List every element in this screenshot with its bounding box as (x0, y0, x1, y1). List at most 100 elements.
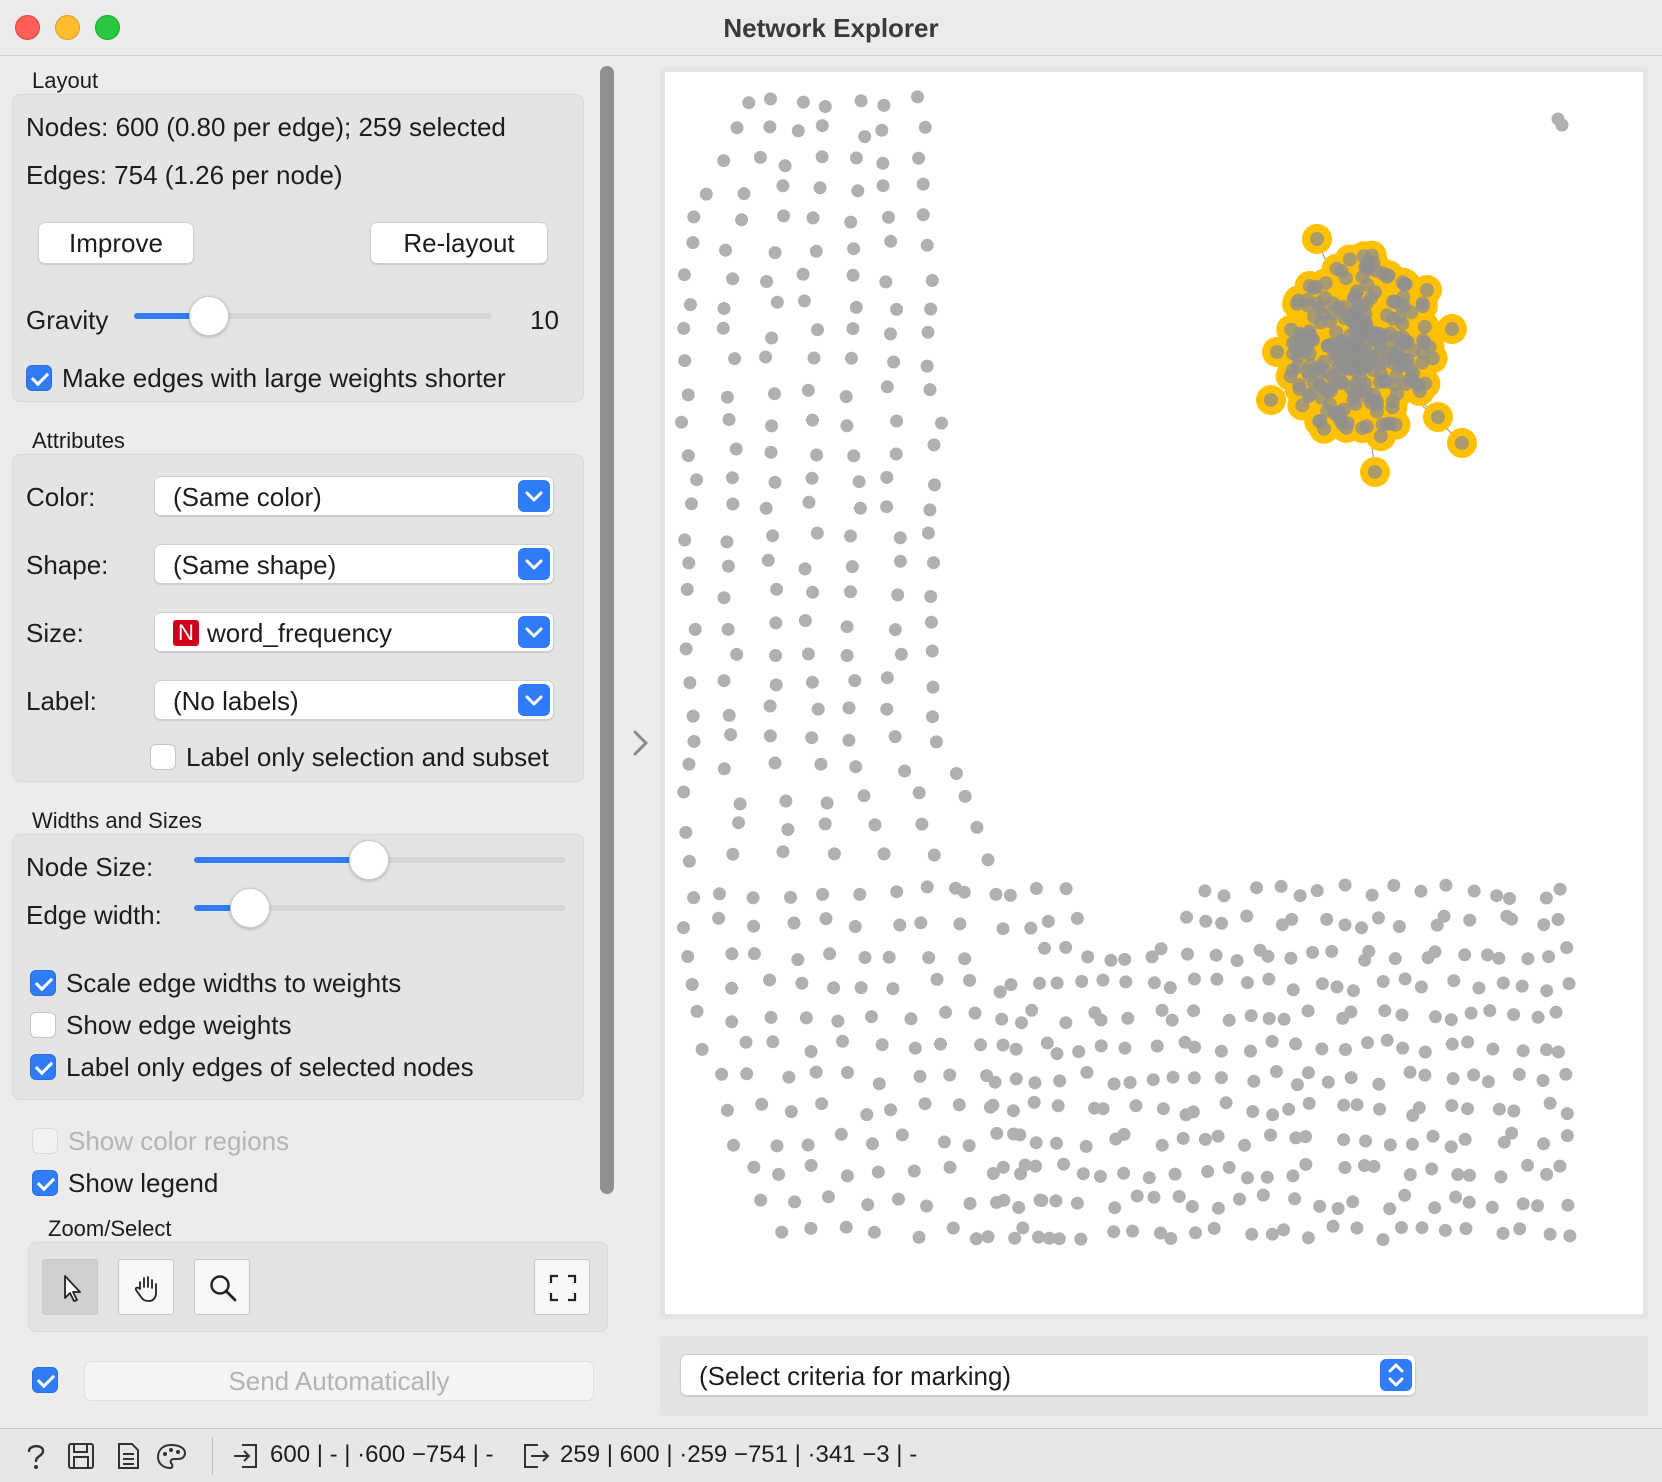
graph-node (681, 388, 695, 402)
label-only-edges-checkbox[interactable] (30, 1054, 56, 1080)
gravity-slider-knob[interactable] (189, 296, 230, 336)
graph-node (853, 887, 867, 901)
graph-node (770, 582, 784, 596)
graph-node (840, 419, 854, 433)
graph-node (1485, 1200, 1499, 1214)
graph-node (997, 1193, 1011, 1207)
graph-node (1180, 910, 1193, 924)
left-panel-scrollbar[interactable] (600, 66, 614, 1194)
graph-node (798, 562, 812, 576)
selected-node (1300, 292, 1315, 307)
graph-node (854, 981, 868, 995)
size-combo[interactable]: Nword_frequency (154, 612, 554, 652)
edge-width-slider-knob[interactable] (229, 888, 270, 928)
graph-node (884, 327, 897, 341)
selected-node (1346, 393, 1361, 408)
marking-criteria-combo[interactable]: (Select criteria for marking) (680, 1354, 1416, 1396)
graph-node (1024, 921, 1038, 935)
graph-node (861, 1198, 875, 1212)
send-automatically-button[interactable]: Send Automatically (84, 1361, 594, 1401)
graph-node (935, 416, 948, 430)
show-legend-checkbox[interactable] (32, 1170, 58, 1196)
graph-node (1154, 942, 1168, 956)
graph-node (1186, 1105, 1200, 1119)
show-color-regions-checkbox[interactable] (32, 1128, 58, 1154)
graph-node (754, 1193, 768, 1207)
graph-node (769, 678, 783, 692)
graph-node (1042, 1231, 1056, 1245)
graph-node (1562, 977, 1576, 991)
send-automatically-checkbox[interactable] (32, 1367, 58, 1393)
graph-node (1059, 882, 1073, 896)
graph-node (818, 100, 832, 113)
graph-node (1277, 1223, 1291, 1237)
graph-node (1372, 1077, 1386, 1091)
graph-node (1496, 1226, 1510, 1240)
graph-node (1350, 1098, 1364, 1112)
zoom-tool-button[interactable] (194, 1259, 250, 1315)
fit-view-button[interactable] (534, 1259, 590, 1315)
graph-node (685, 978, 699, 991)
pan-tool-button[interactable] (118, 1259, 174, 1315)
select-tool-button[interactable] (42, 1259, 98, 1315)
graph-node (927, 438, 941, 452)
graph-node (1505, 1126, 1519, 1140)
selected-node (1416, 345, 1430, 360)
help-icon[interactable] (22, 1441, 50, 1471)
selected-node (1327, 406, 1342, 421)
graph-node (1004, 978, 1018, 992)
graph-node (1050, 1136, 1063, 1150)
graph-node (805, 471, 819, 485)
report-icon[interactable] (114, 1441, 142, 1471)
selected-node (1302, 368, 1316, 383)
graph-node (815, 150, 829, 164)
color-combo[interactable]: (Same color) (154, 476, 554, 516)
graph-node (1261, 949, 1275, 963)
graph-node (770, 1139, 784, 1153)
graph-node (717, 302, 731, 315)
chevron-right-icon[interactable] (630, 728, 652, 758)
graph-node (1539, 891, 1553, 905)
graph-node (1219, 1096, 1233, 1110)
label-combo[interactable]: (No labels) (154, 680, 554, 720)
graph-node (986, 1098, 1000, 1112)
graph-node (1376, 1233, 1390, 1247)
graph-node (1536, 1074, 1550, 1087)
zoom-select-box (28, 1242, 608, 1332)
relayout-button[interactable]: Re-layout (370, 222, 548, 264)
show-edge-weights-checkbox[interactable] (30, 1012, 56, 1038)
graph-node (839, 390, 853, 404)
scale-edge-widths-checkbox[interactable] (30, 970, 56, 996)
gravity-slider[interactable] (134, 313, 492, 319)
graph-node (764, 445, 778, 459)
save-icon[interactable] (66, 1441, 96, 1471)
graph-node (884, 234, 898, 248)
graph-node (958, 952, 972, 966)
shorter-edges-checkbox[interactable] (26, 365, 52, 391)
graph-node (848, 920, 862, 933)
shape-combo[interactable]: (Same shape) (154, 544, 554, 584)
graph-node (889, 447, 903, 461)
graph-canvas[interactable] (665, 72, 1643, 1314)
selected-node (1350, 284, 1365, 299)
graph-node (924, 302, 938, 316)
network-graph[interactable] (665, 72, 1643, 1314)
size-combo-value: Nword_frequency (173, 618, 392, 649)
improve-button[interactable]: Improve (38, 222, 194, 264)
graph-node (1211, 1129, 1225, 1143)
graph-node (914, 916, 928, 930)
label-only-selection-checkbox[interactable] (150, 744, 176, 770)
graph-node (814, 757, 828, 771)
selected-node (1285, 363, 1300, 378)
widths-section-title: Widths and Sizes (32, 808, 202, 833)
node-size-slider-knob[interactable] (348, 840, 389, 880)
palette-icon[interactable] (156, 1441, 188, 1471)
graph-node (796, 95, 810, 109)
graph-node (891, 588, 905, 602)
graph-node (1050, 976, 1064, 990)
graph-node (805, 731, 819, 745)
scale-edge-widths-label: Scale edge widths to weights (66, 968, 402, 998)
graph-node (796, 267, 810, 281)
graph-node (926, 710, 939, 724)
graph-node (1156, 1102, 1170, 1116)
